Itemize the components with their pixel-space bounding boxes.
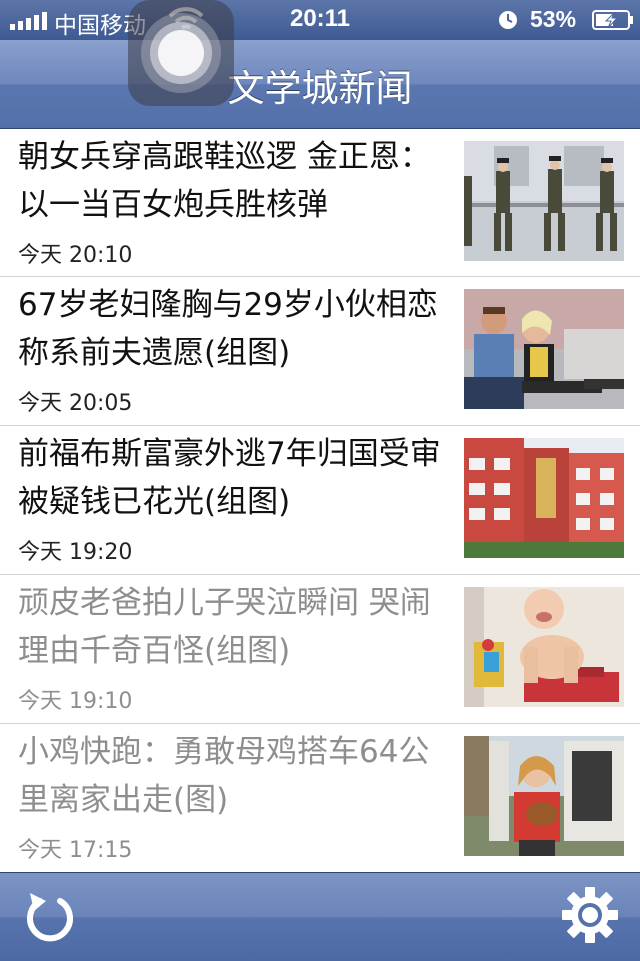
page-title: 文学城新闻	[227, 67, 413, 110]
news-item[interactable]: 前福布斯富豪外逃7年归国受审 被疑钱已花光(组图) 今天 19:20	[0, 426, 640, 575]
news-timestamp: 今天 19:10	[18, 689, 133, 714]
battery-charging-icon	[592, 10, 633, 30]
news-thumbnail	[464, 438, 624, 558]
status-bar: 中国移动 20:11 53%	[0, 0, 640, 40]
battery-percent: 53%	[530, 6, 577, 32]
navigation-bar: 文学城新闻	[0, 40, 640, 129]
news-thumbnail	[464, 587, 624, 707]
clock-lock-icon	[499, 11, 517, 29]
news-title: 顽皮老爸拍儿子哭泣瞬间 哭闹理由千奇百怪(组图)	[18, 585, 431, 669]
news-timestamp: 今天 19:20	[18, 540, 133, 565]
refresh-button[interactable]	[20, 887, 80, 947]
settings-button[interactable]	[560, 885, 620, 945]
news-timestamp: 今天 17:15	[18, 838, 133, 863]
bottom-toolbar	[0, 872, 640, 961]
news-item[interactable]: 小鸡快跑：勇敢母鸡搭车64公里离家出走(图) 今天 17:15	[0, 724, 640, 872]
news-item[interactable]: 朝女兵穿高跟鞋巡逻 金正恩：以一当百女炮兵胜核弹 今天 20:10	[0, 129, 640, 277]
news-title: 前福布斯富豪外逃7年归国受审 被疑钱已花光(组图)	[18, 436, 441, 520]
gear-icon	[562, 887, 618, 943]
news-timestamp: 今天 20:05	[18, 391, 133, 416]
news-list[interactable]: 朝女兵穿高跟鞋巡逻 金正恩：以一当百女炮兵胜核弹 今天 20:10 67岁老妇隆…	[0, 129, 640, 872]
news-timestamp: 今天 20:10	[18, 243, 133, 268]
assistive-touch-button[interactable]	[128, 0, 234, 106]
news-thumbnail	[464, 289, 624, 409]
refresh-icon	[27, 893, 73, 942]
news-title: 小鸡快跑：勇敢母鸡搭车64公里离家出走(图)	[18, 734, 430, 818]
news-item[interactable]: 67岁老妇隆胸与29岁小伙相恋 称系前夫遗愿(组图) 今天 20:05	[0, 277, 640, 426]
news-title: 朝女兵穿高跟鞋巡逻 金正恩：以一当百女炮兵胜核弹	[18, 139, 431, 223]
news-title: 67岁老妇隆胸与29岁小伙相恋 称系前夫遗愿(组图)	[18, 287, 438, 371]
news-item[interactable]: 顽皮老爸拍儿子哭泣瞬间 哭闹理由千奇百怪(组图) 今天 19:10	[0, 575, 640, 724]
news-thumbnail	[464, 736, 624, 856]
news-thumbnail	[464, 141, 624, 261]
